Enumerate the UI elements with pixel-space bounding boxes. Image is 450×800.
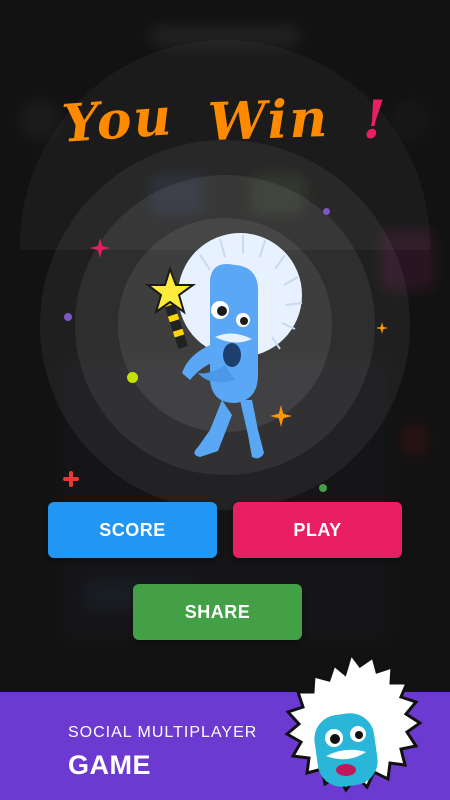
- plus-icon: [63, 471, 79, 487]
- you-win-title: You Win !: [0, 86, 450, 155]
- dot-icon: [319, 484, 327, 492]
- promo-tagline: SOCIAL MULTIPLAYER: [68, 724, 258, 741]
- mascot-character: [145, 233, 303, 459]
- title-win: Win: [206, 87, 330, 154]
- share-button[interactable]: SHARE: [133, 584, 302, 640]
- sparkle-icon: [90, 238, 110, 258]
- dot-icon: [127, 372, 138, 383]
- dot-icon: [64, 313, 72, 321]
- dot-icon: [323, 208, 330, 215]
- play-button[interactable]: PLAY: [233, 502, 402, 558]
- promo-headline: GAME: [68, 750, 151, 780]
- title-you: You: [60, 86, 176, 155]
- sparkle-icon: [376, 322, 388, 334]
- avatar: [284, 652, 423, 793]
- title-exclaim: !: [362, 90, 388, 151]
- score-button[interactable]: SCORE: [48, 502, 217, 558]
